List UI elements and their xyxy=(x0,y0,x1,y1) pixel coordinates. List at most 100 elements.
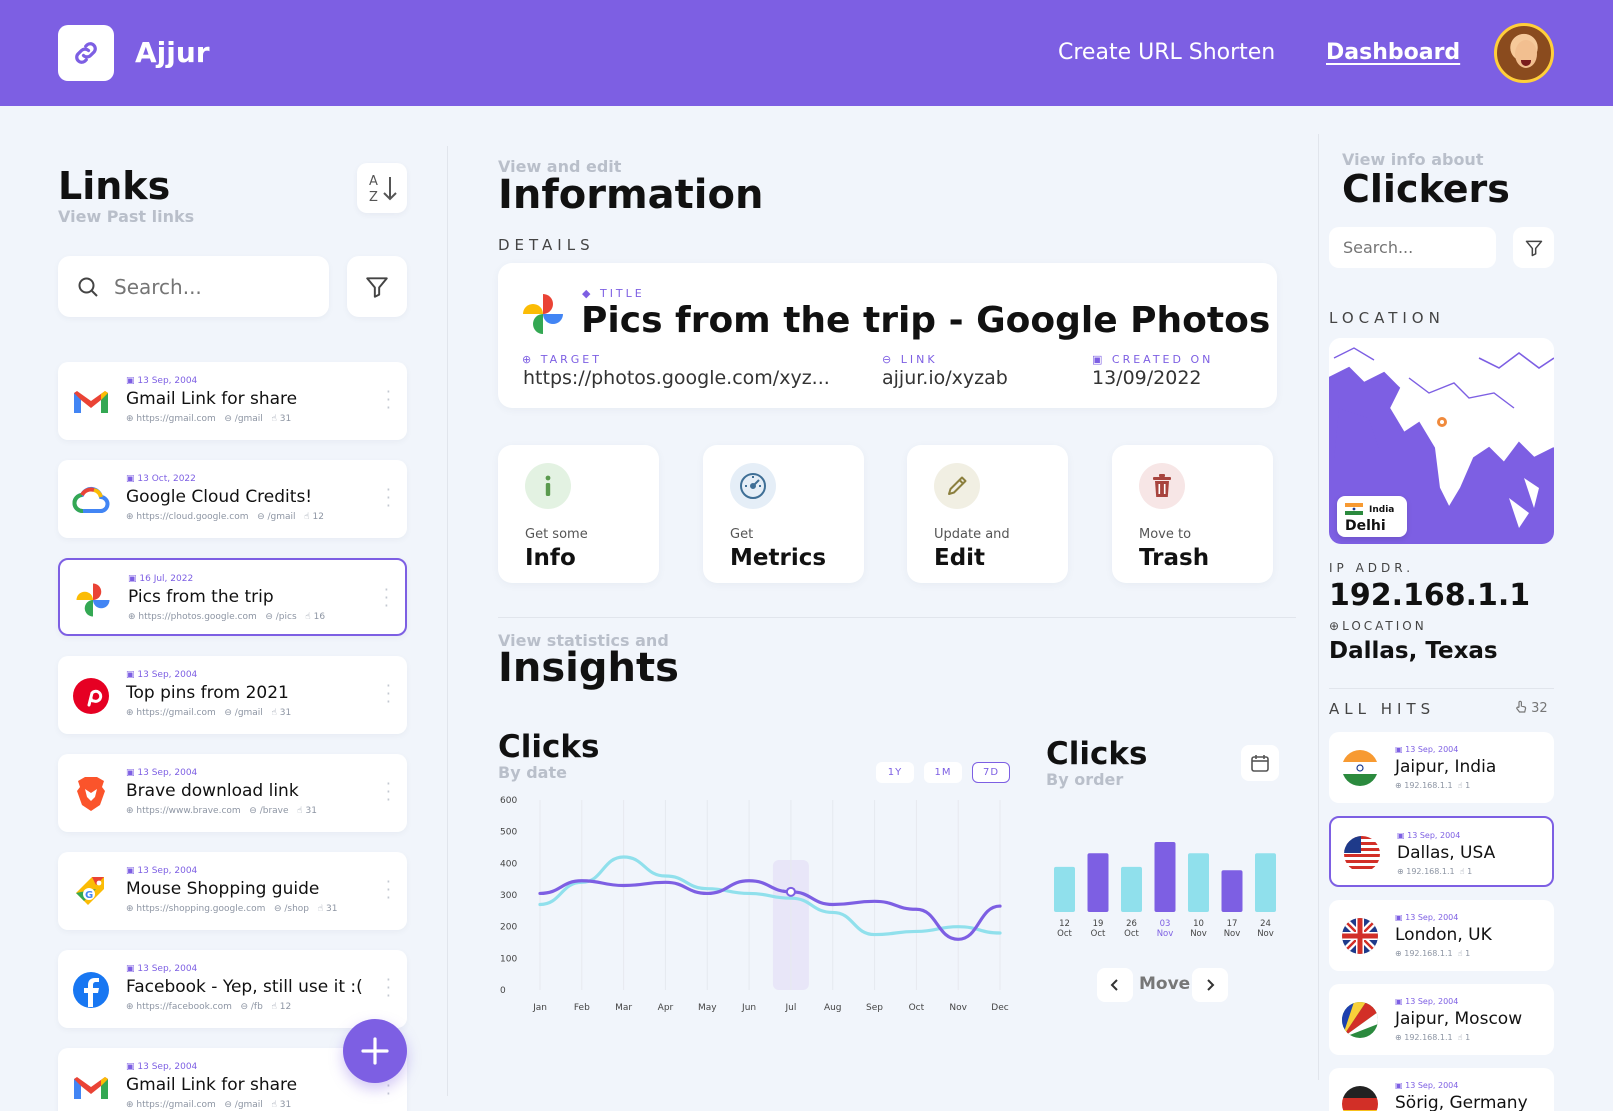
action-info[interactable]: Get some Info xyxy=(498,445,659,583)
globe-icon: ⊕ xyxy=(1397,867,1404,876)
bar-label: 10 xyxy=(1193,919,1204,929)
link-clicks: 31 xyxy=(325,904,338,914)
links-search-input[interactable] xyxy=(114,274,294,299)
hit-meta: ⊕ 192.168.1.1 ☝ 1 xyxy=(1395,1033,1470,1042)
hit-card[interactable]: ▣ 13 Sep, 2004Sörig, Germany⊕ 192.168.1.… xyxy=(1329,1068,1554,1111)
y-tick-label: 600 xyxy=(500,796,517,806)
action-edit[interactable]: Update and Edit xyxy=(907,445,1068,583)
target-label: ⊕ TARGET xyxy=(522,353,602,366)
more-options-icon[interactable]: ··· xyxy=(386,482,391,514)
click-icon: ☝ xyxy=(1457,1033,1463,1042)
bar-label: 19 xyxy=(1093,919,1104,929)
link-url: https://photos.google.com xyxy=(138,612,257,622)
clickers-search-input[interactable] xyxy=(1343,238,1483,257)
hit-card[interactable]: ▣ 13 Sep, 2004 Dallas, USA ⊕ 192.168.1.1 ☝… xyxy=(1329,816,1554,887)
calendar-icon xyxy=(1251,755,1269,772)
link-title: Pics from the trip xyxy=(128,587,274,607)
top-bar: Ajjur Create URL Shorten Dashboard xyxy=(0,0,1613,106)
nav-dashboard[interactable]: Dashboard xyxy=(1326,40,1460,65)
bar-label: Oct xyxy=(1124,929,1139,939)
user-avatar[interactable] xyxy=(1494,23,1554,83)
link-card[interactable]: ▣ 13 Sep, 2004 Facebook - Yep, still use … xyxy=(58,950,407,1028)
click-icon: ☝ xyxy=(1457,781,1463,790)
move-next-button[interactable] xyxy=(1192,968,1228,1002)
period-1y[interactable]: 1Y xyxy=(876,762,914,783)
link-label-text: LINK xyxy=(900,353,938,366)
link-date-text: 13 Sep, 2004 xyxy=(137,376,198,386)
x-tick-label: Jun xyxy=(741,1003,756,1013)
link-date-text: 13 Sep, 2004 xyxy=(137,1062,198,1072)
globe-icon: ⊕ xyxy=(126,1002,134,1012)
speedometer-icon xyxy=(730,463,776,509)
add-link-button[interactable] xyxy=(343,1019,407,1083)
link-card[interactable]: G ▣ 13 Sep, 2004 Mouse Shopping guide ⊕ htt… xyxy=(58,852,407,930)
all-hits-count: 32 xyxy=(1515,700,1548,716)
link-clicks: 31 xyxy=(305,806,317,816)
bar[interactable] xyxy=(1054,866,1075,912)
more-options-icon[interactable]: ··· xyxy=(386,874,391,906)
bar[interactable] xyxy=(1154,842,1176,912)
link-title: Gmail Link for share xyxy=(126,389,298,409)
more-options-icon[interactable]: ··· xyxy=(386,384,391,416)
action-metrics[interactable]: Get Metrics xyxy=(703,445,864,583)
ip-label: IP ADDR. xyxy=(1329,561,1415,575)
filter-icon xyxy=(366,276,388,298)
right-divider xyxy=(1318,134,1319,1080)
link-url: https://gmail.com xyxy=(136,708,216,718)
calendar-button[interactable] xyxy=(1241,745,1279,781)
more-options-icon[interactable]: ··· xyxy=(386,678,391,710)
click-icon: ☝ xyxy=(1459,867,1465,876)
period-1m[interactable]: 1M xyxy=(924,762,962,783)
map-location-tag: India Delhi xyxy=(1337,496,1407,537)
click-icon: ☝ xyxy=(271,1100,277,1110)
sort-az-icon: A Z xyxy=(369,174,397,205)
links-search[interactable] xyxy=(58,256,329,317)
move-label: Move xyxy=(1139,974,1191,994)
x-tick-label: Jan xyxy=(532,1003,547,1013)
click-icon: ☝ xyxy=(304,512,310,522)
india-flag-icon xyxy=(1342,750,1378,786)
hit-card[interactable]: ▣ 13 Sep, 2004 Jaipur, India ⊕ 192.168.1.1… xyxy=(1329,732,1554,803)
action-trash[interactable]: Move to Trash xyxy=(1112,445,1273,583)
link-clicks: 31 xyxy=(279,708,292,718)
link-chain-icon: ⊖ xyxy=(265,612,273,622)
uk-flag-icon xyxy=(1342,918,1378,954)
hit-card[interactable]: ▣ 13 Sep, 2004 Jaipur, Moscow ⊕ 192.168.1.… xyxy=(1329,984,1554,1055)
bar-label: 26 xyxy=(1126,919,1137,929)
more-options-icon[interactable]: ··· xyxy=(384,582,389,614)
sort-a-label: A xyxy=(369,174,378,189)
link-title: Top pins from 2021 xyxy=(126,683,289,703)
bar[interactable] xyxy=(1188,853,1209,912)
bar[interactable] xyxy=(1121,866,1142,912)
bar-label: 03 xyxy=(1160,919,1171,929)
hit-place: Jaipur, Moscow xyxy=(1395,1009,1523,1029)
click-icon: ☝ xyxy=(317,904,324,914)
hit-card[interactable]: ▣ 13 Sep, 2004 London, UK ⊕ 192.168.1.1 ☝ … xyxy=(1329,900,1554,971)
move-prev-button[interactable] xyxy=(1097,968,1133,1002)
hit-date-text: 13 Sep, 2004 xyxy=(1405,997,1459,1006)
links-filter-button[interactable] xyxy=(347,256,407,317)
link-value: ajjur.io/xyzab xyxy=(882,367,1008,389)
nav-create-url-shorten[interactable]: Create URL Shorten xyxy=(1058,40,1275,65)
link-chain-icon: ⊖ xyxy=(257,512,265,522)
bar[interactable] xyxy=(1087,853,1109,912)
app-logo[interactable] xyxy=(58,25,114,81)
link-card[interactable]: ▣ 16 Jul, 2022 Pics from the trip ⊕ https:… xyxy=(58,558,407,636)
clickers-filter-button[interactable] xyxy=(1513,227,1554,268)
link-card[interactable]: ▣ 13 Oct, 2022 Google Cloud Credits! ⊕ htt… xyxy=(58,460,407,538)
clickers-search[interactable] xyxy=(1329,227,1496,268)
link-title: Facebook - Yep, still use it :( xyxy=(126,977,363,997)
link-card[interactable]: ▣ 13 Sep, 2004 Top pins from 2021 ⊕ https:… xyxy=(58,656,407,734)
link-card[interactable]: ▣ 13 Sep, 2004 Gmail Link for share ⊕ http… xyxy=(58,362,407,440)
y-tick-label: 200 xyxy=(500,923,517,933)
info-icon xyxy=(525,463,571,509)
bar-label: 17 xyxy=(1227,919,1238,929)
more-options-icon[interactable]: ··· xyxy=(386,776,391,808)
sort-button[interactable]: A Z xyxy=(357,163,407,213)
bar[interactable] xyxy=(1255,853,1276,912)
more-options-icon[interactable]: ··· xyxy=(386,972,391,1004)
bar-label: Oct xyxy=(1057,929,1072,939)
bar[interactable] xyxy=(1221,870,1243,912)
link-card[interactable]: ▣ 13 Sep, 2004 Brave download link ⊕ https… xyxy=(58,754,407,832)
period-7d[interactable]: 7D xyxy=(972,762,1010,783)
